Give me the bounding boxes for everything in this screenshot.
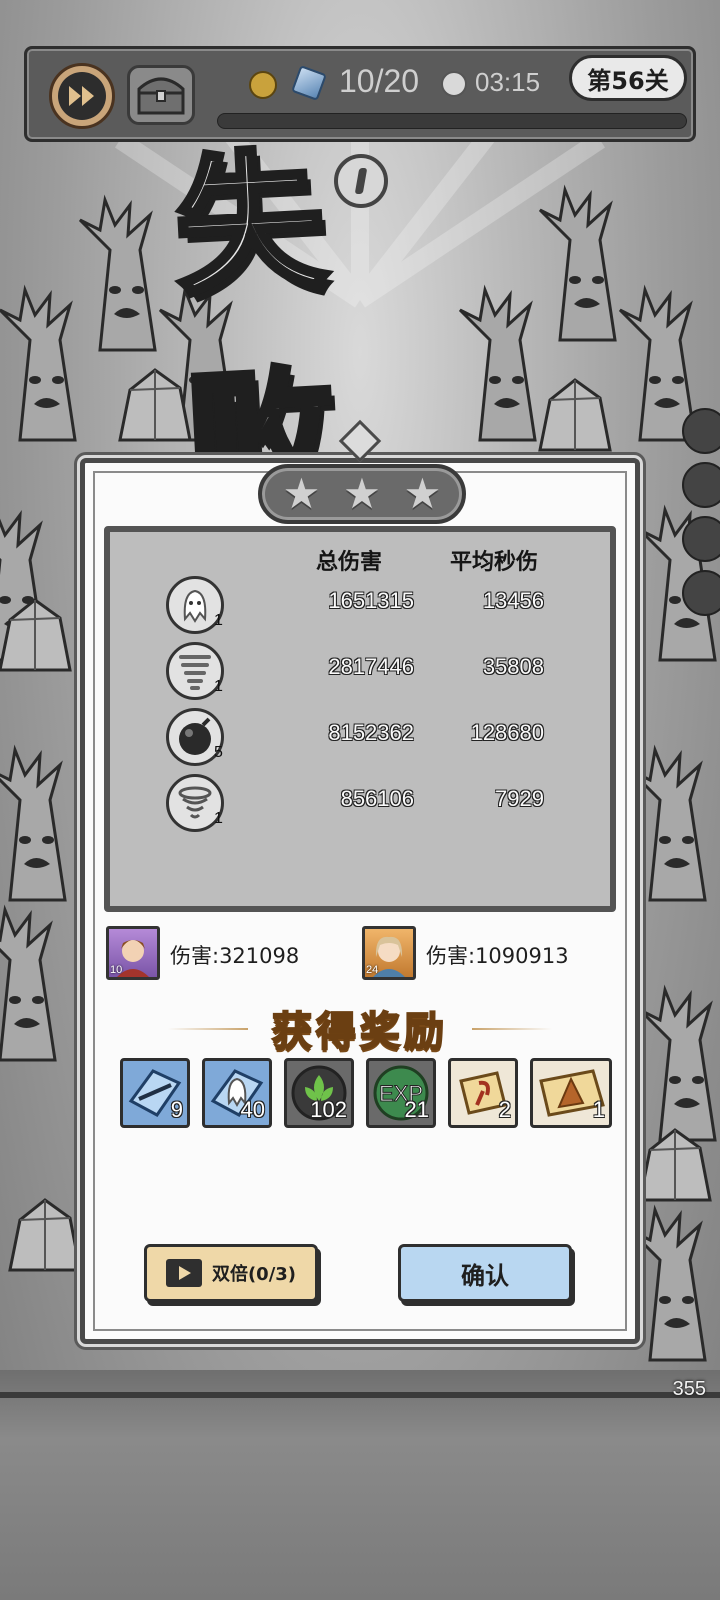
ground xyxy=(0,1370,720,1600)
confirm-button[interactable]: 确认 xyxy=(398,1244,572,1302)
star-icon: ★ xyxy=(282,469,321,518)
hero-damage-text: 伤害:1090913 xyxy=(426,944,569,968)
table-row: 1 2817446 35808 xyxy=(110,642,610,706)
table-row: 5 8152362 128680 xyxy=(110,708,610,772)
reward-count: 9 xyxy=(170,1097,183,1122)
skill-level: 1 xyxy=(214,810,223,827)
reward-item[interactable]: 1 xyxy=(530,1058,612,1128)
total-damage-value: 2817446 xyxy=(328,654,414,679)
rewards-title: 获得奖励 xyxy=(271,1007,448,1056)
hero-damage-text: 伤害:321098 xyxy=(170,944,300,968)
reward-count: 102 xyxy=(310,1097,347,1122)
reward-item[interactable]: 9 xyxy=(120,1058,190,1128)
star-rating: ★ ★ ★ xyxy=(258,464,466,524)
video-ad-icon xyxy=(165,1259,202,1287)
table-row: 1 856106 7929 xyxy=(110,774,610,838)
column-header-average-dps: 平均秒伤 xyxy=(450,549,539,575)
total-damage-value: 1651315 xyxy=(328,588,414,613)
reward-item[interactable]: 102 xyxy=(284,1058,354,1128)
reward-count: 1 xyxy=(592,1097,605,1122)
reward-item[interactable]: EXP 21 xyxy=(366,1058,436,1128)
average-dps-value: 128680 xyxy=(470,720,544,745)
defeat-title: 失 败 xyxy=(168,129,354,536)
level-badge: 第56关 xyxy=(569,55,687,101)
side-orb xyxy=(682,462,720,508)
double-reward-button[interactable]: 双倍(0/3) xyxy=(144,1244,318,1302)
hero-level: 24 xyxy=(366,964,379,976)
table-row: 1 1651315 13456 xyxy=(110,576,610,640)
side-orb xyxy=(682,516,720,562)
average-dps-value: 35808 xyxy=(482,654,544,679)
gem-icon xyxy=(291,65,327,101)
reward-count: 2 xyxy=(498,1097,511,1122)
base-health-line xyxy=(0,1392,720,1398)
reward-count: 21 xyxy=(404,1097,429,1122)
average-dps-value: 13456 xyxy=(482,588,544,613)
side-orb xyxy=(682,570,720,616)
total-damage-value: 856106 xyxy=(340,786,414,811)
reward-count: 40 xyxy=(240,1097,265,1122)
star-icon: ★ xyxy=(403,469,442,518)
side-orb xyxy=(682,408,720,454)
corner-number: 355 xyxy=(672,1378,706,1400)
hero-level: 10 xyxy=(110,964,123,976)
skill-level: 5 xyxy=(214,744,223,761)
fast-forward-icon xyxy=(58,72,106,120)
skill-level: 1 xyxy=(214,678,223,695)
total-damage-value: 8152362 xyxy=(328,720,414,745)
side-orb-column xyxy=(682,408,720,668)
damage-stats-table: 总伤害 平均秒伤 1 1651315 13456 1 2817446 35808… xyxy=(104,526,616,912)
star-icon: ★ xyxy=(343,469,381,518)
reward-item[interactable]: 40 xyxy=(202,1058,272,1128)
double-reward-label: 双倍(0/3) xyxy=(211,1264,297,1285)
column-header-total-damage: 总伤害 xyxy=(316,549,383,575)
confirm-label: 确认 xyxy=(461,1261,509,1290)
fast-forward-button[interactable] xyxy=(49,63,115,129)
reward-item[interactable]: 2 xyxy=(448,1058,518,1128)
skill-level: 1 xyxy=(214,612,223,629)
coin-icon xyxy=(249,71,277,99)
average-dps-value: 7929 xyxy=(495,786,544,811)
